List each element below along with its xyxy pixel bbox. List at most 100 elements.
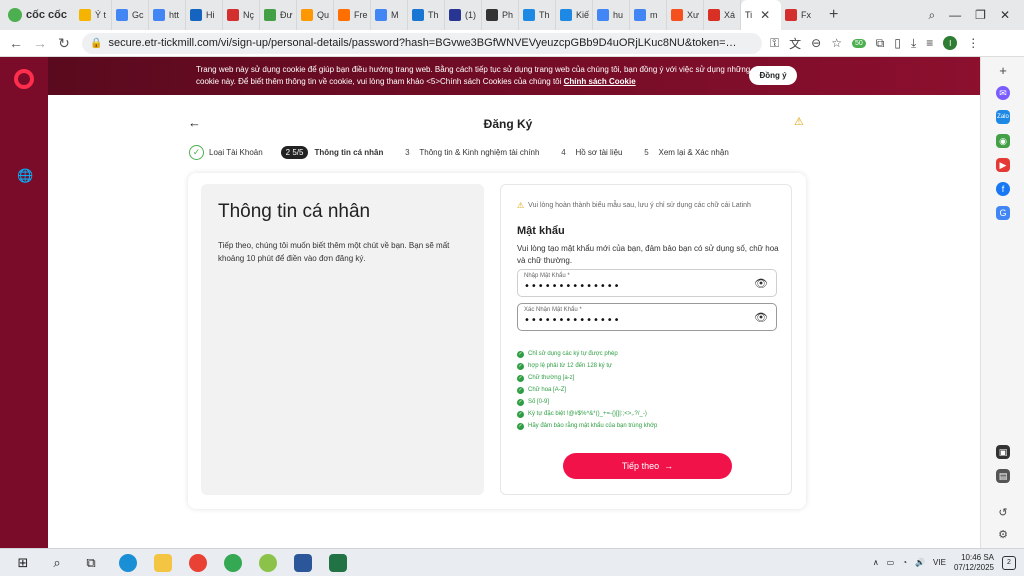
- step-label: Thông tin & Kinh nghiệm tài chính: [419, 147, 540, 157]
- minimize-button[interactable]: —: [949, 8, 961, 22]
- tab-favicon: [78, 9, 91, 21]
- step-account-type[interactable]: ✓ Loại Tài Khoản: [189, 144, 263, 160]
- add-icon[interactable]: +: [996, 63, 1010, 78]
- game-icon[interactable]: ◉: [996, 134, 1010, 148]
- rule-item: ✓ Chỉ sử dụng các ký tự được phép: [517, 350, 618, 358]
- notification-icon[interactable]: 2: [1002, 555, 1016, 570]
- close-window-button[interactable]: ✕: [1000, 8, 1010, 22]
- camera-icon[interactable]: ▭: [887, 558, 895, 567]
- facebook-icon[interactable]: f: [996, 182, 1010, 196]
- clock[interactable]: 10:46 SA 07/12/2025: [954, 553, 994, 573]
- next-button[interactable]: Tiếp theo →: [563, 453, 732, 479]
- accept-cookies-button[interactable]: Đồng ý: [749, 66, 797, 85]
- messenger-icon[interactable]: ✉: [996, 86, 1010, 100]
- restore-button[interactable]: ❐: [975, 8, 986, 22]
- tickmill-logo-icon[interactable]: [14, 69, 34, 89]
- search-icon[interactable]: ⌕: [46, 552, 68, 574]
- profile-avatar[interactable]: I: [943, 36, 958, 50]
- tab-item[interactable]: Ph: [482, 0, 519, 30]
- confirm-password-input[interactable]: [524, 315, 724, 326]
- excel-icon[interactable]: [329, 553, 347, 572]
- tab-item[interactable]: htt: [149, 0, 186, 30]
- globe-icon[interactable]: 🌐: [17, 168, 33, 184]
- tab-item[interactable]: Ý t: [75, 0, 112, 30]
- step-financial-info[interactable]: 3 Thông tin & Kinh nghiệm tài chính: [401, 148, 539, 157]
- tab-item[interactable]: Qu: [297, 0, 334, 30]
- app-icon[interactable]: ▣: [996, 445, 1010, 459]
- word-icon[interactable]: [294, 553, 312, 572]
- volume-icon[interactable]: 🔊: [915, 558, 925, 567]
- coccoc-icon[interactable]: [259, 553, 277, 572]
- tab-fx[interactable]: Fx: [781, 0, 821, 30]
- tab-item[interactable]: Th: [408, 0, 445, 30]
- chrome-profile-icon[interactable]: [224, 553, 242, 572]
- step-number: 3: [405, 147, 410, 157]
- tab-active-label: Ti: [744, 10, 753, 20]
- section-heading: Thông tin cá nhân: [218, 201, 371, 222]
- search-tabs-icon[interactable]: ⌕: [928, 8, 935, 23]
- extensions-icon[interactable]: ⧉: [876, 36, 885, 51]
- tab-favicon: [374, 9, 387, 21]
- close-icon[interactable]: ✕: [756, 8, 774, 22]
- eye-icon[interactable]: 👁: [754, 311, 768, 324]
- tab-active[interactable]: Ti ✕: [740, 0, 781, 30]
- tab-item[interactable]: hu: [593, 0, 630, 30]
- step-review[interactable]: 5 Xem lại & Xác nhận: [641, 148, 729, 157]
- new-tab-button[interactable]: +: [821, 6, 846, 24]
- menu-lines-icon[interactable]: ≡: [926, 36, 933, 50]
- tab-item[interactable]: Nç: [223, 0, 260, 30]
- rule-item: ✓ Số [0-9]: [517, 398, 550, 406]
- password-field[interactable]: Nhập Mật Khẩu * 👁: [517, 269, 777, 297]
- split-view-icon[interactable]: ▯: [894, 36, 901, 50]
- eye-icon[interactable]: 👁: [754, 277, 768, 290]
- translate-app-icon[interactable]: G: [996, 206, 1010, 220]
- zoom-icon[interactable]: ⊖: [811, 36, 821, 50]
- cookie-message: Trang web này sử dụng cookie để giúp bạn…: [196, 65, 751, 86]
- rule-item: ✓ Ký tự đặc biệt !@#$%^&*()_+=-{}[]|:;<>,…: [517, 410, 647, 418]
- chevron-up-icon[interactable]: ∧: [873, 558, 879, 567]
- password-key-icon[interactable]: ⚿: [770, 36, 779, 51]
- task-view-icon[interactable]: ⧉: [80, 552, 102, 574]
- file-explorer-icon[interactable]: [154, 553, 172, 572]
- youtube-icon[interactable]: ▶: [996, 158, 1010, 172]
- tab-item[interactable]: Fre: [334, 0, 371, 30]
- tab-item[interactable]: Xư: [667, 0, 704, 30]
- password-input[interactable]: [524, 281, 724, 292]
- windows-start-icon[interactable]: ⊞: [12, 552, 34, 574]
- tab-item[interactable]: Xá: [704, 0, 741, 30]
- tab-item[interactable]: (1): [445, 0, 482, 30]
- downloads-icon[interactable]: ⤓: [911, 36, 916, 51]
- tab-item[interactable]: Đư: [260, 0, 297, 30]
- bookmark-star-icon[interactable]: ☆: [831, 36, 842, 50]
- warning-icon[interactable]: ⚠: [794, 115, 804, 128]
- wallet-icon[interactable]: ▤: [996, 469, 1010, 483]
- tab-item[interactable]: Gc: [112, 0, 149, 30]
- confirm-password-field[interactable]: Xác Nhận Mật Khẩu * 👁: [517, 303, 777, 331]
- back-button[interactable]: ←: [4, 35, 28, 51]
- history-icon[interactable]: ↺: [996, 505, 1010, 519]
- translate-icon[interactable]: 文: [789, 35, 801, 52]
- edge-icon[interactable]: [119, 553, 137, 572]
- back-arrow-icon[interactable]: ←: [188, 115, 201, 130]
- step-personal-info[interactable]: 2 5/5 Thông tin cá nhân: [280, 145, 383, 159]
- tab-item[interactable]: m: [630, 0, 667, 30]
- cookie-policy-link[interactable]: Chính sách Cookie: [564, 77, 636, 86]
- browser-name: cốc cốc: [26, 9, 67, 21]
- wifi-icon[interactable]: ◔: [902, 558, 907, 567]
- tab-item[interactable]: Kiế: [556, 0, 593, 30]
- browser-logo[interactable]: cốc cốc: [0, 0, 75, 30]
- chrome-icon[interactable]: [189, 553, 207, 572]
- tab-item[interactable]: Th: [519, 0, 556, 30]
- step-documents[interactable]: 4 Hồ sơ tài liệu: [557, 148, 622, 157]
- more-menu-icon[interactable]: ⋮: [967, 36, 979, 50]
- tab-item[interactable]: M: [371, 0, 408, 30]
- tab-item[interactable]: Hi: [186, 0, 223, 30]
- gear-icon[interactable]: ⚙: [996, 527, 1010, 541]
- forward-button[interactable]: →: [28, 35, 52, 51]
- lock-icon[interactable]: 🔒: [90, 38, 102, 49]
- reload-button[interactable]: ↻: [52, 35, 76, 52]
- zalo-icon[interactable]: Zalo: [996, 110, 1010, 124]
- extension-badge[interactable]: 50: [851, 38, 866, 48]
- url-input[interactable]: 🔒 secure.etr-tickmill.com/vi/sign-up/per…: [82, 32, 762, 54]
- language-indicator[interactable]: VIE: [933, 558, 946, 567]
